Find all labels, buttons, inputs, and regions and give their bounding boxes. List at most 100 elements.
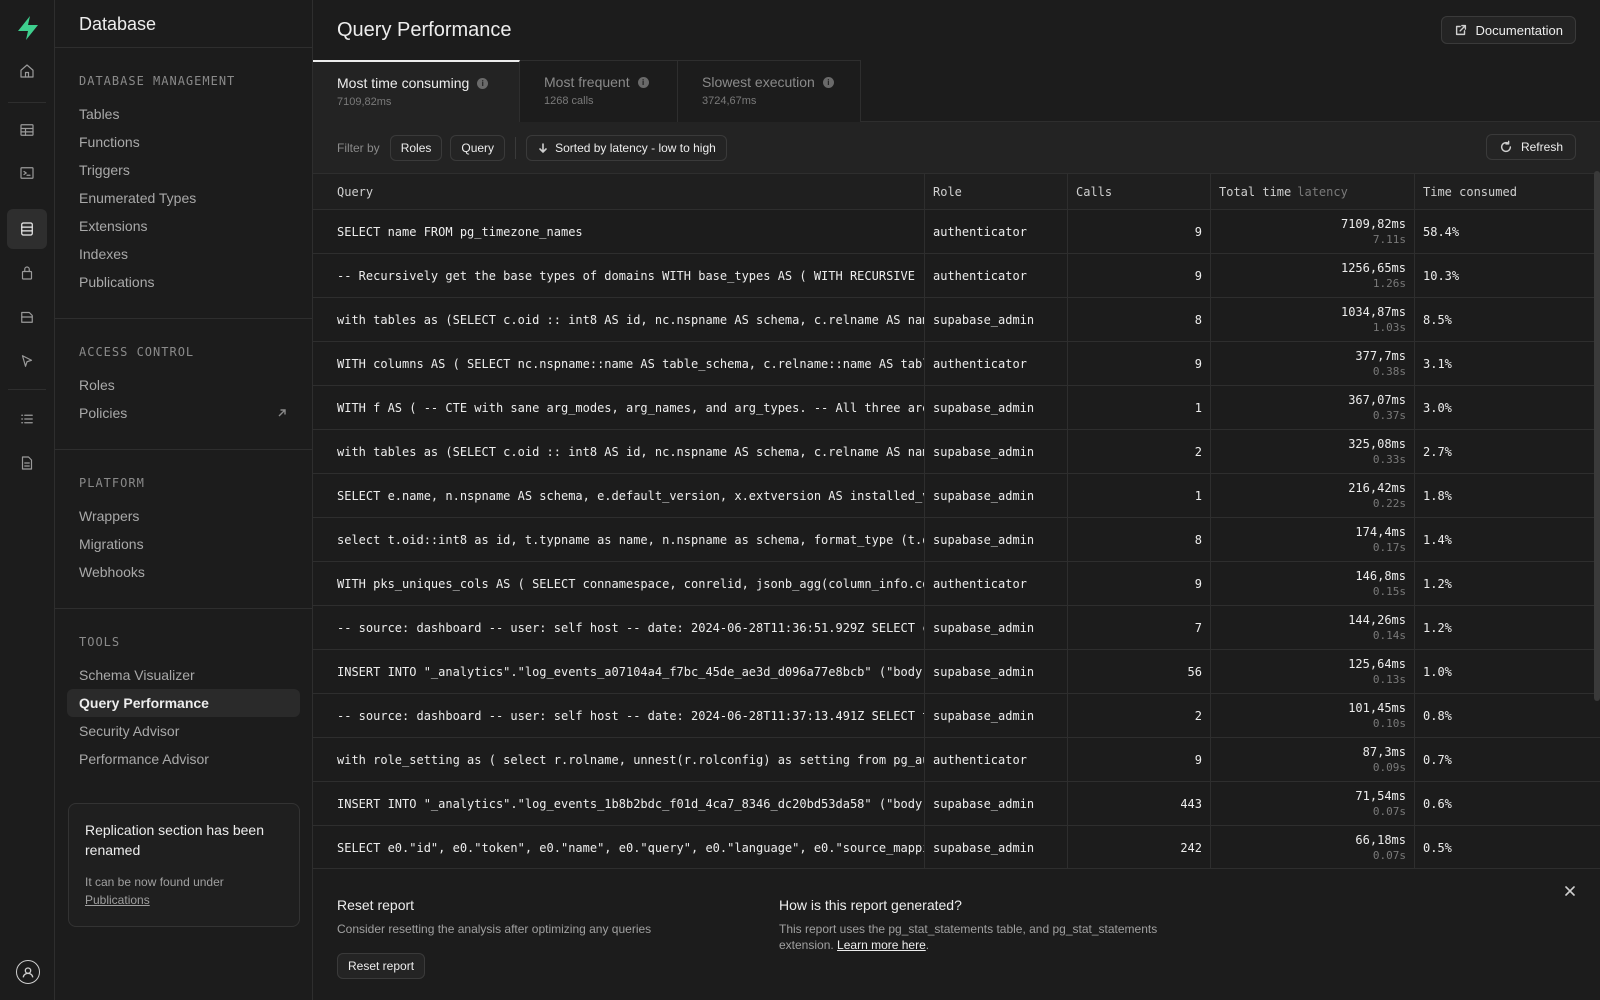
home-icon[interactable] xyxy=(7,51,47,91)
column-role[interactable]: Role xyxy=(925,174,1068,209)
notice-publications-link[interactable]: Publications xyxy=(85,893,150,907)
cell-time-consumed: 0.5% xyxy=(1423,840,1452,855)
cell-time-consumed: 0.6% xyxy=(1423,796,1452,811)
column-calls[interactable]: Calls xyxy=(1068,174,1211,209)
sort-button[interactable]: Sorted by latency - low to high xyxy=(526,134,727,161)
menu-item-policies[interactable]: Policies xyxy=(67,399,300,427)
cell-role: supabase_admin xyxy=(925,386,1068,429)
table-row[interactable]: SELECT name FROM pg_timezone_names authen… xyxy=(313,210,1600,254)
menu-item-wrappers[interactable]: Wrappers xyxy=(67,502,300,530)
cell-role: supabase_admin xyxy=(925,298,1068,341)
database-icon[interactable] xyxy=(7,209,47,249)
documentation-button[interactable]: Documentation xyxy=(1440,16,1576,44)
sql-editor-icon[interactable] xyxy=(7,153,47,193)
menu-section-access-control: Access Control Roles Policies xyxy=(55,319,312,450)
tab-slowest-execution[interactable]: Slowest execution i 3724,67ms xyxy=(678,60,861,122)
user-avatar-icon[interactable] xyxy=(16,960,40,984)
menu-item-webhooks[interactable]: Webhooks xyxy=(67,558,300,586)
notice-text: It can be now found under xyxy=(85,875,224,889)
filter-divider xyxy=(515,136,517,159)
cell-total-time: 66,18ms 0.07s xyxy=(1211,826,1415,869)
menu-item-indexes[interactable]: Indexes xyxy=(67,240,300,268)
table-row[interactable]: INSERT INTO "_analytics"."log_events_a07… xyxy=(313,650,1600,694)
close-icon[interactable] xyxy=(1564,885,1578,899)
menu-item-functions[interactable]: Functions xyxy=(67,128,300,156)
cell-total-time: 325,08ms 0.33s xyxy=(1211,430,1415,473)
logs-list-icon[interactable] xyxy=(7,399,47,439)
storage-icon[interactable] xyxy=(7,297,47,337)
filter-bar: Filter by Roles Query Sorted by latency … xyxy=(313,122,1600,174)
menu-section-platform: Platform Wrappers Migrations Webhooks xyxy=(55,450,312,609)
cell-query: INSERT INTO "_analytics"."log_events_a07… xyxy=(313,650,925,693)
tab-most-frequent[interactable]: Most frequent i 1268 calls xyxy=(520,60,678,122)
cell-role: supabase_admin xyxy=(925,430,1068,473)
menu-item-security-advisor[interactable]: Security Advisor xyxy=(67,717,300,745)
cell-total-time: 125,64ms 0.13s xyxy=(1211,650,1415,693)
table-row[interactable]: -- Recursively get the base types of dom… xyxy=(313,254,1600,298)
cell-role: authenticator xyxy=(925,738,1068,781)
learn-more-link[interactable]: Learn more here xyxy=(837,938,926,952)
menu-item-tables[interactable]: Tables xyxy=(67,100,300,128)
info-icon: i xyxy=(822,76,834,88)
table-row[interactable]: with tables as (SELECT c.oid :: int8 AS … xyxy=(313,298,1600,342)
menu-item-extensions[interactable]: Extensions xyxy=(67,212,300,240)
table-row[interactable]: select t.oid::int8 as id, t.typname as n… xyxy=(313,518,1600,562)
reset-report-button[interactable]: Reset report xyxy=(337,953,426,979)
cell-calls: 2 xyxy=(1068,694,1211,737)
column-total-time[interactable]: Total time latency xyxy=(1211,174,1415,209)
filter-roles-button[interactable]: Roles xyxy=(389,134,443,161)
cell-role: authenticator xyxy=(925,210,1068,253)
table-editor-icon[interactable] xyxy=(7,110,47,150)
menu-item-performance-advisor[interactable]: Performance Advisor xyxy=(67,745,300,773)
table-row[interactable]: SELECT e0."id", e0."token", e0."name", e… xyxy=(313,826,1600,870)
table-row[interactable]: WITH f AS ( -- CTE with sane arg_modes, … xyxy=(313,386,1600,430)
query-tabs: Most time consuming i 7109,82ms Most freq… xyxy=(313,60,1600,122)
cell-calls: 242 xyxy=(1068,826,1211,869)
rail-divider xyxy=(8,102,46,103)
external-link-icon xyxy=(1455,24,1466,36)
menu-item-query-performance[interactable]: Query Performance xyxy=(67,689,300,717)
menu-item-roles[interactable]: Roles xyxy=(67,371,300,399)
cell-total-time: 1034,87ms 1.03s xyxy=(1211,298,1415,341)
cell-query: WITH pks_uniques_cols AS ( SELECT connam… xyxy=(313,562,925,605)
menu-heading: Platform xyxy=(79,476,145,490)
cell-total-time: 216,42ms 0.22s xyxy=(1211,474,1415,517)
cell-total-time: 101,45ms 0.10s xyxy=(1211,694,1415,737)
menu-item-schema-visualizer[interactable]: Schema Visualizer xyxy=(67,661,300,689)
menu-item-enumerated-types[interactable]: Enumerated Types xyxy=(67,184,300,212)
cell-time-consumed: 1.0% xyxy=(1423,664,1452,679)
table-row[interactable]: -- source: dashboard -- user: self host … xyxy=(313,694,1600,738)
menu-item-triggers[interactable]: Triggers xyxy=(67,156,300,184)
table-row[interactable]: with tables as (SELECT c.oid :: int8 AS … xyxy=(313,430,1600,474)
refresh-button[interactable]: Refresh xyxy=(1485,134,1576,160)
table-row[interactable]: INSERT INTO "_analytics"."log_events_1b8… xyxy=(313,782,1600,826)
cell-total-time: 71,54ms 0.07s xyxy=(1211,782,1415,825)
menu-item-publications[interactable]: Publications xyxy=(67,268,300,296)
column-time-consumed[interactable]: Time consumed xyxy=(1415,174,1600,209)
tab-most-time-consuming[interactable]: Most time consuming i 7109,82ms xyxy=(313,60,520,122)
cell-role: authenticator xyxy=(925,342,1068,385)
menu-item-migrations[interactable]: Migrations xyxy=(67,530,300,558)
cell-total-time: 174,4ms 0.17s xyxy=(1211,518,1415,561)
column-query[interactable]: Query xyxy=(313,174,925,209)
notice-title: Replication section has been renamed xyxy=(85,822,265,858)
auth-lock-icon[interactable] xyxy=(7,253,47,293)
filter-query-button[interactable]: Query xyxy=(450,134,506,161)
table-row[interactable]: WITH pks_uniques_cols AS ( SELECT connam… xyxy=(313,562,1600,606)
supabase-logo[interactable] xyxy=(14,14,42,42)
cell-calls: 9 xyxy=(1068,342,1211,385)
table-row[interactable]: -- source: dashboard -- user: self host … xyxy=(313,606,1600,650)
cell-role: supabase_admin xyxy=(925,782,1068,825)
table-scrollbar[interactable] xyxy=(1594,171,1600,701)
cell-total-time: 87,3ms 0.09s xyxy=(1211,738,1415,781)
reports-doc-icon[interactable] xyxy=(7,443,47,483)
cell-total-time: 367,07ms 0.37s xyxy=(1211,386,1415,429)
table-row[interactable]: with role_setting as ( select r.rolname,… xyxy=(313,738,1600,782)
cell-role: supabase_admin xyxy=(925,694,1068,737)
tab-sub: 1268 calls xyxy=(544,95,594,107)
cell-time-consumed: 10.3% xyxy=(1423,268,1460,283)
table-row[interactable]: WITH columns AS ( SELECT nc.nspname::nam… xyxy=(313,342,1600,386)
table-row[interactable]: SELECT e.name, n.nspname AS schema, e.de… xyxy=(313,474,1600,518)
reset-section: Reset report Consider resetting the anal… xyxy=(337,897,651,979)
edge-functions-icon[interactable] xyxy=(7,341,47,381)
